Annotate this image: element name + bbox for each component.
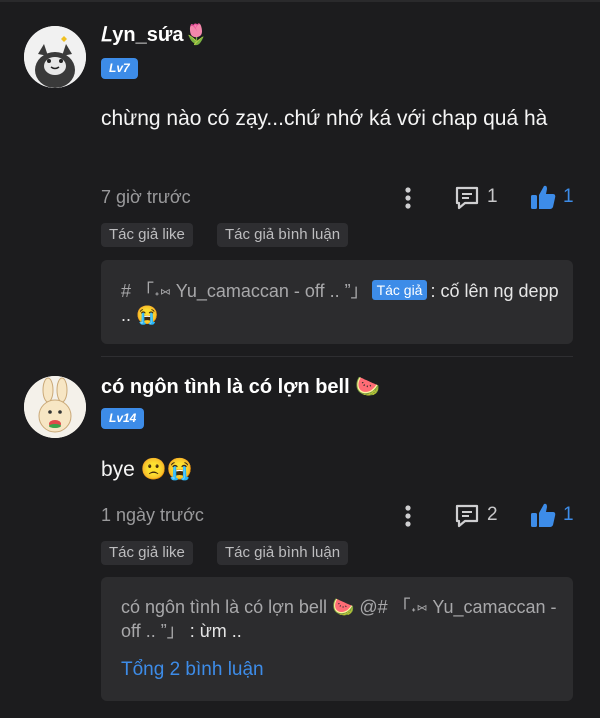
level-badge: Lv7 (101, 58, 138, 79)
like-count: 1 (563, 186, 574, 207)
comment-bubble-icon (455, 186, 479, 210)
avatar[interactable] (24, 376, 86, 438)
reply-preview[interactable]: có ngôn tình là có lợn bell 🍉 @# 「˖⑅ Yu_… (101, 577, 573, 701)
reply-count: 2 (487, 504, 498, 525)
more-vertical-icon[interactable] (401, 501, 415, 531)
tag-author-like: Tác giả like (101, 541, 193, 565)
reply-author[interactable]: # 「˖⑅ Yu_camaccan - off .. ”」 (121, 281, 369, 301)
comment-meta: 1 ngày trước 2 1 (101, 501, 581, 531)
comment-text: bye 🙁😭 (101, 458, 193, 481)
thumbs-up-icon (531, 185, 556, 209)
reply-text: # 「˖⑅ Yu_camaccan - off .. ”」 Tác giả: cố… (121, 279, 561, 327)
thumbs-up-icon (531, 503, 556, 527)
avatar[interactable] (24, 26, 86, 88)
username[interactable]: 𝐿yn_sứa🌷 (101, 22, 208, 47)
tag-author-comment: Tác giả bình luận (217, 223, 349, 247)
username-text[interactable]: 𝐿yn_sứa (101, 24, 183, 46)
level-badge: Lv14 (101, 408, 145, 429)
timestamp: 7 giờ trước (101, 187, 191, 207)
more-vertical-icon[interactable] (401, 183, 415, 213)
timestamp: 1 ngày trước (101, 505, 204, 525)
like-count: 1 (563, 504, 574, 525)
comment-bubble-icon (455, 504, 479, 528)
tag-author-comment: Tác giả bình luận (217, 541, 349, 565)
reply-content: : ừm .. (189, 621, 242, 641)
total-replies-link[interactable]: Tổng 2 bình luận (121, 659, 264, 681)
tag-author-like: Tác giả like (101, 223, 193, 247)
username[interactable]: có ngôn tình là có lợn bell 🍉 (101, 374, 380, 399)
comment-text: chừng nào có zạy...chứ nhớ ká với chap q… (101, 107, 548, 130)
comment-meta: 7 giờ trước 1 1 (101, 183, 581, 213)
reply-count: 1 (487, 186, 498, 207)
reply-author[interactable]: có ngôn tình là có lợn bell 🍉 @# 「˖⑅ Yu_… (121, 597, 557, 641)
reply-preview[interactable]: # 「˖⑅ Yu_camaccan - off .. ”」 Tác giả: cố… (101, 260, 573, 344)
top-divider (0, 0, 600, 2)
comment-divider (101, 356, 573, 357)
author-badge: Tác giả (371, 280, 428, 300)
username-emoji: 🌷 (183, 24, 209, 46)
reply-text: có ngôn tình là có lợn bell 🍉 @# 「˖⑅ Yu_… (121, 595, 561, 643)
